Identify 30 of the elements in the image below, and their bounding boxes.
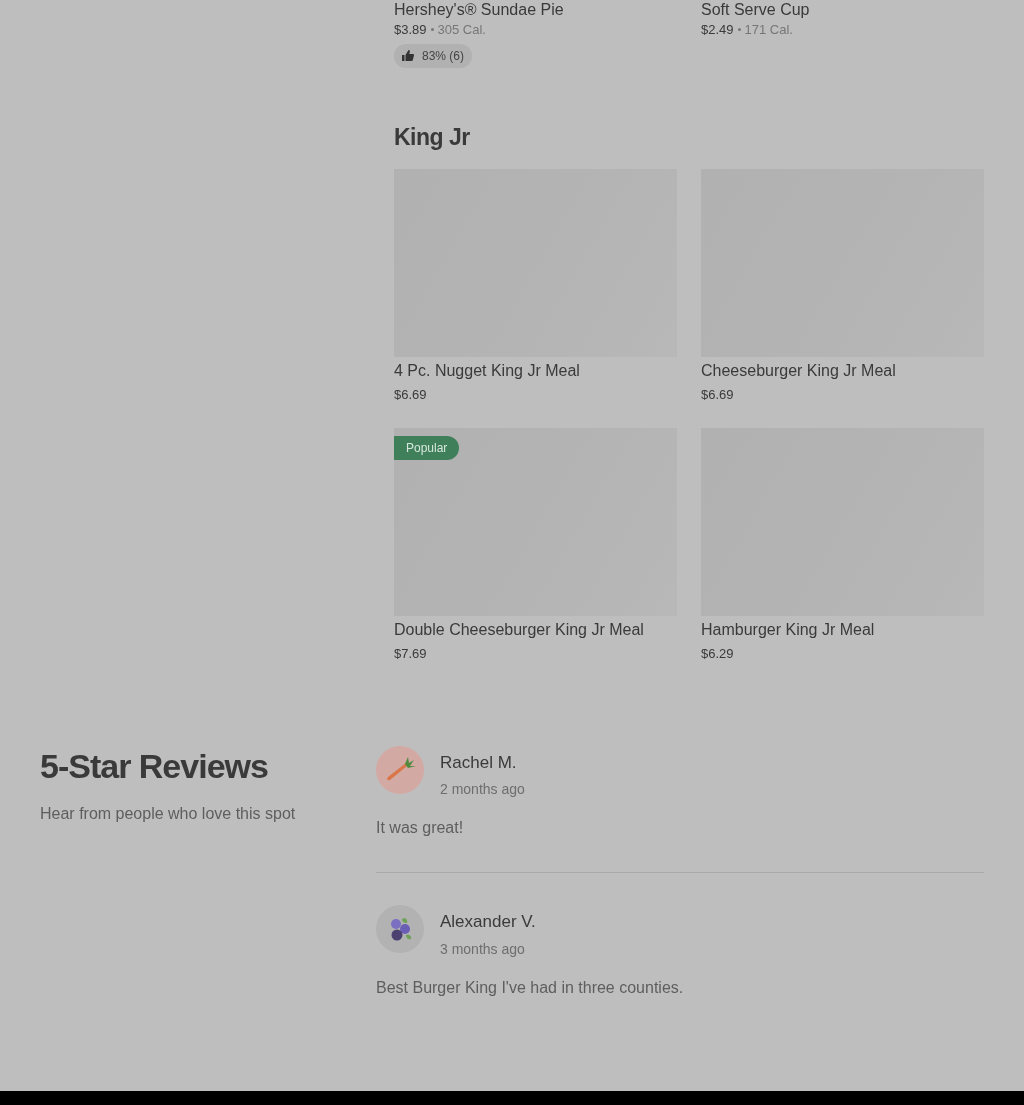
item-name: 4 Pc. Nugget King Jr Meal	[394, 360, 581, 381]
carrot-avatar-icon	[376, 745, 424, 794]
review-author: Alexander V.	[440, 911, 536, 933]
item-name: Cheeseburger King Jr Meal	[701, 360, 897, 381]
item-price: $6.69	[394, 385, 428, 404]
review-time: 3 months ago	[440, 939, 526, 959]
popular-badge: Popular	[394, 436, 460, 460]
separator-dot	[737, 28, 741, 32]
item-name: Soft Serve Cup	[701, 0, 811, 20]
item-name: Hamburger King Jr Meal	[701, 620, 876, 640]
rating-badge: 83% (6)	[394, 43, 473, 68]
blueberry-avatar-icon	[376, 905, 424, 953]
item-name: Double Cheeseburger King Jr Meal	[394, 620, 645, 640]
review-text: It was great!	[376, 818, 465, 838]
review-text: Best Burger King I've had in three counties.	[376, 977, 685, 998]
separator-dot	[430, 28, 434, 32]
item-price: $6.69	[701, 385, 735, 404]
item-name: Hershey's® Sundae Pie	[394, 0, 565, 20]
item-price: $3.89	[394, 21, 427, 39]
reviews-title: 5-Star Reviews	[40, 745, 269, 786]
review-author: Rachel M.	[440, 751, 518, 774]
item-price: $2.49	[701, 21, 734, 39]
item-price: $7.69	[394, 645, 428, 663]
thumbs-up-icon	[402, 50, 414, 61]
item-price: $6.29	[701, 645, 735, 663]
item-calories: 305 Cal.	[437, 21, 486, 39]
review-time: 2 months ago	[440, 780, 525, 799]
reviews-subtitle: Hear from people who love this spot	[40, 803, 297, 824]
item-calories: 171 Cal.	[744, 21, 793, 39]
section-title: King Jr	[394, 123, 471, 152]
